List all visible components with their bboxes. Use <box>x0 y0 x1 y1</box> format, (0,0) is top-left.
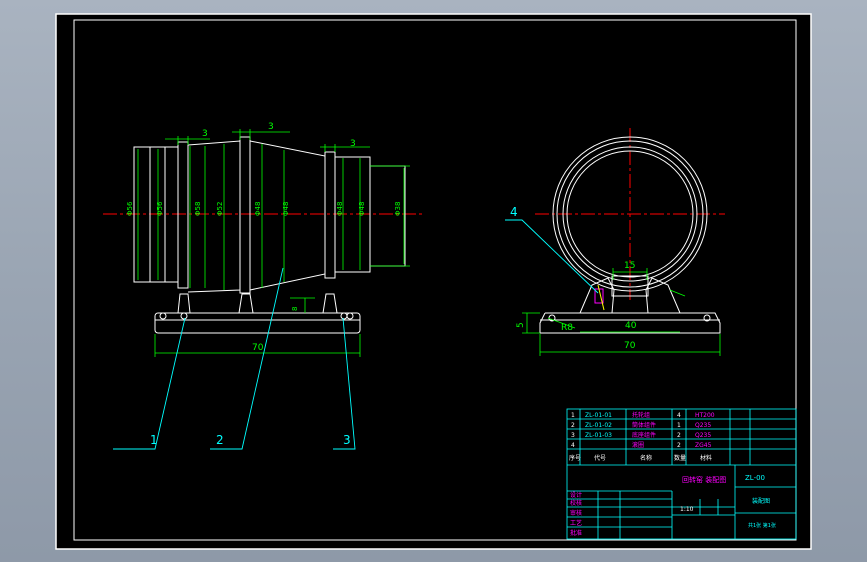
radius-dim-label: R8 <box>561 323 573 333</box>
diameter-label: Φ52 <box>216 202 224 216</box>
top-dim-label-3: 3 <box>350 139 356 149</box>
diameter-label: Φ48 <box>282 202 290 216</box>
row-4-qty: 2 <box>677 442 681 449</box>
header-no: 序号 <box>569 454 581 462</box>
row-2-qty: 1 <box>677 422 681 429</box>
scale-label: 1:10 <box>680 506 694 513</box>
diameter-label: Φ48 <box>254 202 262 216</box>
ring-dim-label: 15 <box>624 261 635 271</box>
row-1-name: 托轮组 <box>632 411 650 419</box>
base-dim-label: 70 <box>624 341 636 351</box>
row-1-qty: 4 <box>677 412 681 419</box>
row-4-no: 4 <box>571 442 575 449</box>
header-name: 名称 <box>640 454 652 462</box>
top-dim-label-1: 3 <box>202 129 208 139</box>
assembly-label: 装配图 <box>752 497 770 505</box>
diameter-label: Φ48 <box>336 202 344 216</box>
top-dim-label-2: 3 <box>268 122 274 132</box>
header-mat: 材料 <box>700 454 712 462</box>
sig-design: 设计 <box>570 491 582 499</box>
design-title: 回转窑 装配图 <box>682 475 726 484</box>
row-3-qty: 2 <box>677 432 681 439</box>
callout-4: 4 <box>510 205 518 219</box>
row-2-no: 2 <box>571 422 575 429</box>
foot-height-label: 5 <box>516 322 526 328</box>
callout-1: 1 <box>150 433 158 447</box>
diameter-label: Φ58 <box>194 202 202 216</box>
row-1-code: ZL-01-01 <box>585 412 612 419</box>
sig-process: 工艺 <box>570 519 582 527</box>
row-3-name: 底座组件 <box>632 431 656 439</box>
diameter-label: Φ38 <box>394 202 402 216</box>
row-3-mat: Q235 <box>695 432 711 439</box>
diameter-label: Φ56 <box>156 201 164 216</box>
row-3-no: 3 <box>571 432 575 439</box>
row-2-mat: Q235 <box>695 422 711 429</box>
row-2-code: ZL-01-02 <box>585 422 612 429</box>
diameter-label: Φ48 <box>358 202 366 216</box>
right-dim-label: 8 <box>291 307 299 311</box>
diameter-label: Φ56 <box>126 201 134 216</box>
row-3-code: ZL-01-03 <box>585 432 612 439</box>
cad-drawing-canvas: Φ56 Φ56 Φ58 Φ52 Φ48 Φ48 Φ48 Φ48 Φ38 3 3 … <box>55 13 812 550</box>
sig-review: 审核 <box>570 509 582 517</box>
span-dim-label: 40 <box>625 321 637 331</box>
row-1-no: 1 <box>571 412 575 419</box>
sig-check: 校核 <box>570 499 582 507</box>
row-4-mat: ZG45 <box>695 442 712 449</box>
callout-2: 2 <box>216 433 224 447</box>
overall-length-label: 70 <box>252 343 264 353</box>
sig-approve: 批准 <box>570 529 582 537</box>
drawing-number: ZL-00 <box>745 474 765 482</box>
sheet-label: 共1张 第1张 <box>748 522 776 529</box>
callout-3: 3 <box>343 433 351 447</box>
row-2-name: 筒体组件 <box>632 421 656 429</box>
row-1-mat: HT200 <box>695 412 715 419</box>
header-qty: 数量 <box>674 454 686 462</box>
header-code: 代号 <box>594 454 606 462</box>
row-4-name: 滚圈 <box>632 441 644 449</box>
